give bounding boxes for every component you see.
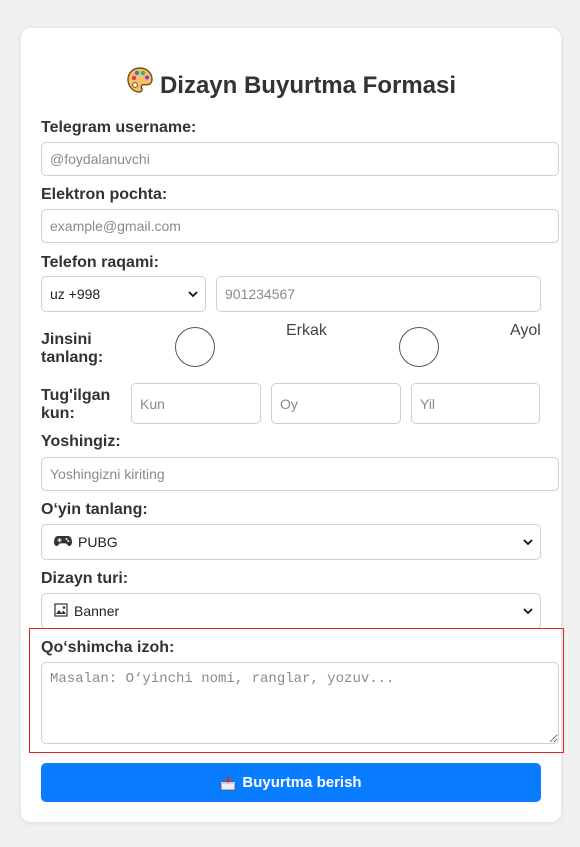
form-title: Dizayn Buyurtma Formasi: [21, 66, 561, 105]
birthday-month-input[interactable]: [271, 383, 401, 424]
banner-icon: [54, 602, 68, 620]
telegram-label: Telegram username:: [41, 119, 197, 136]
design-type-label: Dizayn turi:: [41, 570, 129, 587]
phone-label: Telefon raqami:: [41, 254, 159, 271]
submit-button[interactable]: Buyurtma berish: [41, 763, 541, 802]
email-label: Elektron pochta:: [41, 186, 168, 203]
telegram-input[interactable]: [41, 142, 559, 176]
gender-option-female-label: Ayol: [510, 322, 541, 339]
age-input[interactable]: [41, 457, 559, 491]
birthday-year-input[interactable]: [411, 383, 540, 424]
game-label: O‘yin tanlang:: [41, 501, 148, 518]
age-label: Yoshingiz:: [41, 433, 121, 450]
palette-icon: [126, 66, 154, 103]
design-type-select-wrap: Banner: [41, 593, 541, 629]
game-select[interactable]: PUBG: [41, 524, 541, 560]
submit-button-label: Buyurtma berish: [242, 774, 362, 791]
birthday-day-input[interactable]: [131, 383, 261, 424]
form-title-text: Dizayn Buyurtma Formasi: [159, 71, 457, 99]
country-code-select-wrap: uz +998: [41, 276, 206, 312]
gender-radio-female[interactable]: [399, 327, 439, 367]
gender-option-male-label: Erkak: [286, 322, 327, 339]
email-input[interactable]: [41, 209, 559, 243]
birthday-label: Tug'ilgan kun:: [41, 387, 111, 422]
game-select-wrap: PUBG: [41, 524, 541, 560]
gender-radio-male[interactable]: [175, 327, 215, 367]
phone-input[interactable]: [216, 276, 541, 312]
gender-label: Jinsini tanlang:: [41, 331, 104, 366]
comment-textarea[interactable]: [41, 662, 559, 744]
inbox-tray-icon: [220, 775, 236, 791]
comment-label: Qo‘shimcha izoh:: [41, 639, 175, 656]
game-selected-value: PUBG: [78, 534, 118, 550]
design-type-select[interactable]: Banner: [41, 593, 541, 629]
order-form-card: Dizayn Buyurtma Formasi Telegram usernam…: [21, 28, 564, 822]
gamepad-icon: [54, 534, 72, 551]
design-type-selected-value: Banner: [74, 603, 120, 619]
country-code-select[interactable]: uz +998: [41, 276, 206, 312]
